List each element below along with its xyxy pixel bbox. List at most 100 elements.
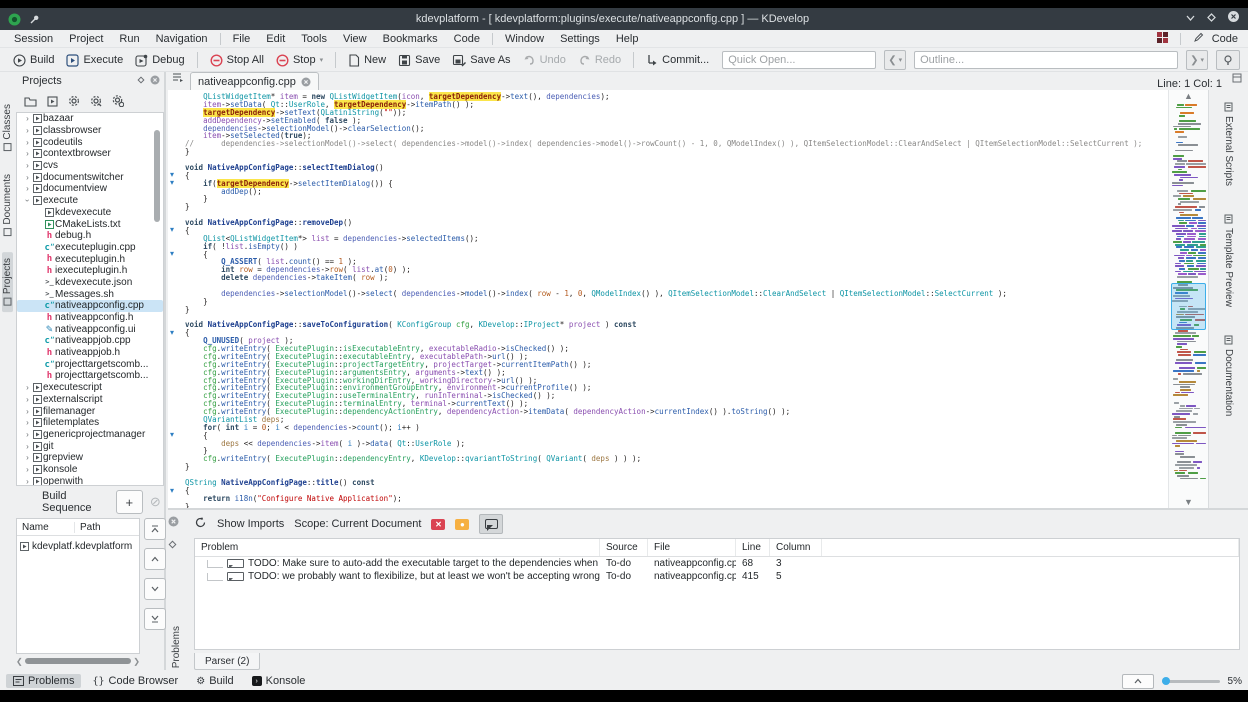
build-sequence-hscrollbar[interactable]: ❮ ❯ [16, 656, 140, 666]
tree-item-execute[interactable]: › execute [17, 195, 163, 207]
menu-tools[interactable]: Tools [293, 30, 335, 48]
menu-project[interactable]: Project [61, 30, 111, 48]
move-bottom-button[interactable] [144, 608, 166, 630]
column-header-path[interactable]: Path [75, 522, 101, 533]
tree-item-projecttargetscomb-[interactable]: h projecttargetscomb... [17, 370, 163, 382]
menu-file[interactable]: File [225, 30, 259, 48]
stop-button[interactable]: Stop ▾ [271, 52, 328, 69]
tree-item-kdevexecute-json[interactable]: >_ kdevexecute.json [17, 277, 163, 289]
tree-item-codeutils[interactable]: › codeutils [17, 136, 163, 148]
col-column[interactable]: Column [770, 539, 822, 556]
tree-item-nativeappjob-cpp[interactable]: cʺ nativeappjob.cpp [17, 335, 163, 347]
statusbar-konsole[interactable]: › Konsole [245, 674, 313, 688]
right-tab-documentation[interactable]: Documentation [1222, 329, 1235, 422]
minimize-icon[interactable] [1185, 10, 1196, 28]
tree-item-bazaar[interactable]: › bazaar [17, 113, 163, 125]
expander-icon[interactable]: › [23, 442, 32, 451]
redo-button[interactable]: Redo [573, 52, 626, 68]
zoom-slider[interactable] [1161, 677, 1220, 685]
build-set-icon[interactable] [90, 95, 102, 109]
fold-marker[interactable]: ▾ [170, 328, 179, 337]
save-button[interactable]: Save [393, 52, 445, 69]
menu-edit[interactable]: Edit [258, 30, 293, 48]
menu-bookmarks[interactable]: Bookmarks [375, 30, 446, 48]
sidebar-tab-classes[interactable]: Classes [2, 98, 13, 158]
expander-icon[interactable]: › [23, 407, 32, 416]
debug-button[interactable]: Debug [130, 52, 189, 69]
expander-icon[interactable]: › [23, 173, 32, 182]
area-label[interactable]: Code [1212, 33, 1238, 45]
scope-button[interactable]: Scope: Current Document [294, 518, 421, 530]
expander-icon[interactable]: › [23, 126, 32, 135]
float-panel-icon[interactable] [168, 536, 190, 554]
document-switcher-icon[interactable] [172, 69, 184, 87]
fold-marker[interactable]: ▾ [170, 431, 179, 439]
menu-navigation[interactable]: Navigation [148, 30, 216, 48]
parser-tab[interactable]: Parser (2) [194, 653, 261, 670]
tree-item-executeplugin-cpp[interactable]: cʺ executeplugin.cpp [17, 242, 163, 254]
expander-icon[interactable]: › [23, 453, 32, 462]
lightbulb-button[interactable] [1216, 50, 1240, 70]
maximize-icon[interactable] [1206, 10, 1217, 28]
tree-item-cvs[interactable]: › cvs [17, 160, 163, 172]
tree-item-cmakelists-txt[interactable]: CMakeLists.txt [17, 218, 163, 230]
tree-item-iexecuteplugin-h[interactable]: h iexecuteplugin.h [17, 265, 163, 277]
move-up-button[interactable] [144, 548, 166, 570]
scroll-down-icon[interactable]: ▼ [1169, 496, 1208, 508]
tree-item-documentswitcher[interactable]: › documentswitcher [17, 171, 163, 183]
fold-marker[interactable]: ▾ [170, 249, 179, 258]
tree-item-openwith[interactable]: › openwith [17, 475, 163, 485]
code-editor[interactable]: ▾ ▾ ▾ ▾ ▾ ▾ ▾ QListWidgetItem* item = new QLis… [168, 90, 1168, 508]
add-build-item-button[interactable]: + [115, 490, 143, 514]
right-tab-external-scripts[interactable]: External Scripts [1222, 96, 1235, 192]
problems-dock-label[interactable]: Problems [171, 626, 193, 668]
expander-icon[interactable]: › [23, 196, 32, 205]
tree-item-executescript[interactable]: › executescript [17, 382, 163, 394]
area-switcher-icon[interactable] [1156, 31, 1168, 46]
sidebar-tab-documents[interactable]: Documents [2, 168, 13, 243]
expander-icon[interactable]: › [23, 114, 32, 123]
expander-icon[interactable]: › [23, 161, 32, 170]
tree-item-kdevexecute[interactable]: kdevexecute [17, 207, 163, 219]
tree-item-grepview[interactable]: › grepview [17, 452, 163, 464]
menu-help[interactable]: Help [608, 30, 647, 48]
close-panel-icon[interactable] [168, 514, 190, 532]
tree-item-git[interactable]: › git [17, 440, 163, 452]
tree-item-genericprojectmanager[interactable]: › genericprojectmanager [17, 429, 163, 441]
build-sequence-row[interactable]: kdevplatf... kdevplatform [17, 540, 139, 553]
statusbar-build[interactable]: ⚙ Build [189, 674, 240, 688]
quick-open-input[interactable] [722, 51, 877, 69]
menu-session[interactable]: Session [6, 30, 61, 48]
tree-item-nativeappjob-h[interactable]: h nativeappjob.h [17, 347, 163, 359]
problem-row[interactable]: TODO: we probably want to flexibilize, b… [195, 570, 1239, 583]
menu-run[interactable]: Run [111, 30, 147, 48]
col-problem[interactable]: Problem [195, 539, 600, 556]
outline-input[interactable] [914, 51, 1179, 69]
expander-icon[interactable]: › [23, 418, 32, 427]
refresh-icon[interactable] [194, 516, 207, 532]
expander-icon[interactable]: › [23, 430, 32, 439]
tree-item-projecttargetscomb-[interactable]: cʺ projecttargetscomb... [17, 358, 163, 370]
tree-item-messages-sh[interactable]: >_ Messages.sh [17, 288, 163, 300]
configure-icon[interactable] [68, 95, 80, 109]
menu-code[interactable]: Code [446, 30, 488, 48]
undo-button[interactable]: Undo [518, 52, 571, 68]
projects-panel-header[interactable]: Projects [14, 72, 166, 90]
project-icon[interactable] [47, 95, 58, 109]
open-folder-icon[interactable] [24, 96, 37, 109]
save-as-button[interactable]: Save As [447, 52, 515, 69]
tree-scrollbar[interactable] [154, 130, 160, 222]
error-badge-icon[interactable]: ✕ [431, 518, 446, 530]
stop-all-button[interactable]: Stop All [205, 52, 269, 69]
editor-corner-icon[interactable] [1232, 70, 1242, 88]
commit-button[interactable]: Commit... [641, 52, 714, 69]
tab-close-icon[interactable] [301, 77, 311, 87]
expander-icon[interactable]: › [23, 184, 32, 193]
problem-row[interactable]: TODO: Make sure to auto-add the executab… [195, 557, 1239, 570]
col-source[interactable]: Source [600, 539, 648, 556]
close-dock-icon[interactable] [150, 75, 160, 88]
expander-icon[interactable]: › [23, 138, 32, 147]
show-imports-button[interactable]: Show Imports [217, 518, 284, 530]
tree-item-executeplugin-h[interactable]: h executeplugin.h [17, 253, 163, 265]
expander-icon[interactable]: › [23, 149, 32, 158]
